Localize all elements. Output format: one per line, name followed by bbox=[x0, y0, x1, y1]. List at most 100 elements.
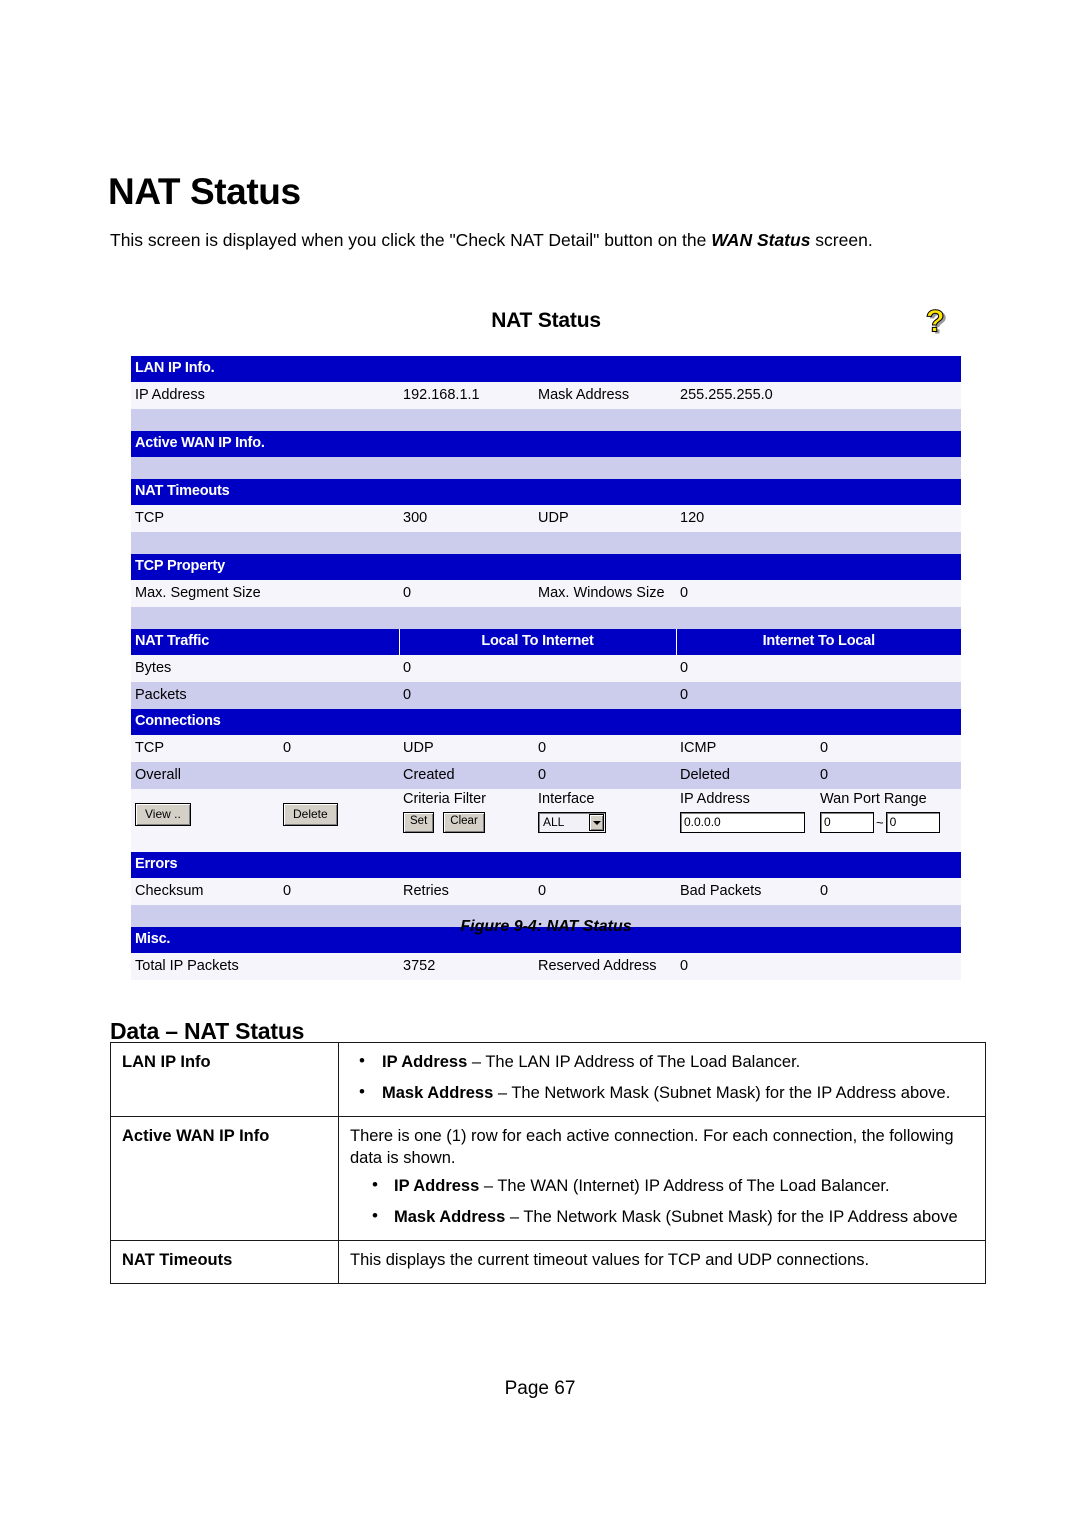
conn-tcp-value: 0 bbox=[279, 735, 399, 762]
set-button[interactable]: Set bbox=[403, 812, 435, 833]
column-header-internet-to-local: Internet To Local bbox=[675, 629, 962, 655]
clear-button[interactable]: Clear bbox=[443, 812, 485, 833]
wan-port-from-input[interactable]: 0 bbox=[820, 812, 874, 834]
section-label: TCP Property bbox=[131, 554, 962, 580]
conn-created-label: Created bbox=[399, 762, 534, 789]
table-row-errors: Checksum 0 Retries 0 Bad Packets 0 bbox=[131, 878, 962, 905]
conn-overall-label: Overall bbox=[131, 762, 399, 789]
screenshot-title: NAT Status bbox=[491, 309, 601, 332]
column-header-local-to-internet: Local To Internet bbox=[398, 629, 676, 655]
section-header-nat-traffic: NAT Traffic Local To Internet Internet T… bbox=[131, 629, 962, 655]
document-page: NAT Status This screen is displayed when… bbox=[0, 0, 1080, 1528]
interface-cell: Interface ALL bbox=[534, 789, 676, 852]
definition-lan-ip-info: IP Address – The LAN IP Address of The L… bbox=[338, 1042, 986, 1117]
bytes-local-value: 0 bbox=[399, 655, 676, 682]
bullet-term: IP Address bbox=[394, 1176, 480, 1195]
nat-status-table: LAN IP Info. IP Address 192.168.1.1 Mask… bbox=[131, 356, 962, 980]
bullet-term: IP Address bbox=[382, 1053, 468, 1071]
bullet-text: – The Network Mask (Subnet Mask) for the… bbox=[493, 1083, 951, 1102]
criteria-filter-cell: Criteria Filter Set Clear bbox=[399, 789, 534, 852]
conn-deleted-value: 0 bbox=[816, 762, 962, 789]
bullet-list: IP Address – The WAN (Internet) IP Addre… bbox=[350, 1174, 974, 1229]
table-row-lan-ip: IP Address 192.168.1.1 Mask Address 255.… bbox=[131, 382, 962, 409]
bytes-label: Bytes bbox=[131, 655, 399, 682]
page-number: Page 67 bbox=[504, 1378, 576, 1399]
table-row-connections-protocols: TCP 0 UDP 0 ICMP 0 bbox=[131, 735, 962, 762]
port-range-separator: ~ bbox=[876, 814, 884, 830]
conn-udp-label: UDP bbox=[399, 735, 534, 762]
help-icon[interactable]: ? ? bbox=[919, 304, 957, 342]
packets-label: Packets bbox=[131, 682, 399, 709]
chevron-down-icon[interactable] bbox=[589, 814, 604, 832]
bullet-text: – The LAN IP Address of The Load Balance… bbox=[467, 1053, 801, 1071]
intro-suffix: screen. bbox=[810, 229, 873, 250]
interface-select[interactable]: ALL bbox=[538, 812, 606, 834]
conn-created-value: 0 bbox=[534, 762, 676, 789]
spacer-row bbox=[131, 409, 962, 431]
intro-paragraph: This screen is displayed when you click … bbox=[110, 229, 990, 253]
bullet-list: IP Address – The LAN IP Address of The L… bbox=[350, 1050, 974, 1105]
table-row-bytes: Bytes 0 0 bbox=[131, 655, 962, 682]
section-header-lan-ip-info: LAN IP Info. bbox=[131, 356, 962, 382]
max-segment-size-label: Max. Segment Size bbox=[131, 580, 399, 607]
section-label: Active WAN IP Info. bbox=[131, 431, 962, 457]
section-label: NAT Timeouts bbox=[131, 479, 962, 505]
table-row-tcp-property: Max. Segment Size 0 Max. Windows Size 0 bbox=[131, 580, 962, 607]
conn-icmp-label: ICMP bbox=[676, 735, 816, 762]
conn-icmp-value: 0 bbox=[816, 735, 962, 762]
section-header-nat-timeouts: NAT Timeouts bbox=[131, 479, 962, 505]
table-row: LAN IP Info IP Address – The LAN IP Addr… bbox=[110, 1042, 986, 1117]
conn-udp-value: 0 bbox=[534, 735, 676, 762]
svg-text:?: ? bbox=[926, 304, 945, 339]
timeout-udp-label: UDP bbox=[534, 505, 676, 532]
view-button-cell: View .. bbox=[131, 789, 279, 852]
term-lan-ip-info: LAN IP Info bbox=[110, 1042, 339, 1117]
max-segment-size-value: 0 bbox=[399, 580, 534, 607]
bullet-term: Mask Address bbox=[394, 1207, 506, 1226]
bad-packets-label: Bad Packets bbox=[676, 878, 816, 905]
list-item: IP Address – The LAN IP Address of The L… bbox=[350, 1050, 974, 1074]
reserved-address-label: Reserved Address bbox=[534, 953, 676, 980]
spacer-row bbox=[131, 532, 962, 554]
criteria-filter-label: Criteria Filter bbox=[403, 791, 486, 807]
total-ip-packets-value: 3752 bbox=[399, 953, 534, 980]
definition-intro: This displays the current timeout values… bbox=[350, 1250, 870, 1269]
bullet-term: Mask Address bbox=[382, 1083, 494, 1102]
delete-button-cell: Delete bbox=[279, 789, 399, 852]
ip-address-input[interactable]: 0.0.0.0 bbox=[680, 812, 805, 834]
ip-address-cell: IP Address 0.0.0.0 bbox=[676, 789, 816, 852]
reserved-address-value: 0 bbox=[676, 953, 962, 980]
section-header-active-wan-ip-info: Active WAN IP Info. bbox=[131, 431, 962, 457]
section-header-connections: Connections bbox=[131, 709, 962, 735]
definition-nat-timeouts: This displays the current timeout values… bbox=[338, 1239, 986, 1284]
conn-tcp-label: TCP bbox=[131, 735, 279, 762]
spacer-row bbox=[131, 607, 962, 629]
wan-port-range-label: Wan Port Range bbox=[820, 791, 927, 807]
table-row-nat-timeouts: TCP 300 UDP 120 bbox=[131, 505, 962, 532]
bytes-internet-value: 0 bbox=[676, 655, 962, 682]
intro-emphasis: WAN Status bbox=[711, 229, 811, 250]
table-row-packets: Packets 0 0 bbox=[131, 682, 962, 709]
view-button[interactable]: View .. bbox=[135, 803, 191, 826]
timeout-udp-value: 120 bbox=[676, 505, 962, 532]
wan-port-range-cell: Wan Port Range 0 ~0 bbox=[816, 789, 962, 852]
wan-port-to-input[interactable]: 0 bbox=[885, 812, 940, 834]
term-active-wan-ip-info: Active WAN IP Info bbox=[110, 1115, 339, 1241]
checksum-label: Checksum bbox=[131, 878, 279, 905]
interface-select-value: ALL bbox=[543, 815, 565, 830]
checksum-value: 0 bbox=[279, 878, 399, 905]
delete-button[interactable]: Delete bbox=[283, 803, 338, 826]
lan-mask-address-value: 255.255.255.0 bbox=[676, 382, 962, 409]
table-row: NAT Timeouts This displays the current t… bbox=[110, 1239, 986, 1284]
table-row-misc: Total IP Packets 3752 Reserved Address 0 bbox=[131, 953, 962, 980]
timeout-tcp-label: TCP bbox=[131, 505, 399, 532]
list-item: IP Address – The WAN (Internet) IP Addre… bbox=[350, 1174, 974, 1198]
conn-deleted-label: Deleted bbox=[676, 762, 816, 789]
section-label: LAN IP Info. bbox=[131, 356, 962, 382]
timeout-tcp-value: 300 bbox=[399, 505, 534, 532]
screenshot-header: NAT Status ? ? bbox=[131, 296, 961, 356]
list-item: Mask Address – The Network Mask (Subnet … bbox=[350, 1205, 974, 1229]
lan-ip-address-value: 192.168.1.1 bbox=[399, 382, 534, 409]
max-windows-size-label: Max. Windows Size bbox=[534, 580, 676, 607]
section-header-errors: Errors bbox=[131, 852, 962, 878]
